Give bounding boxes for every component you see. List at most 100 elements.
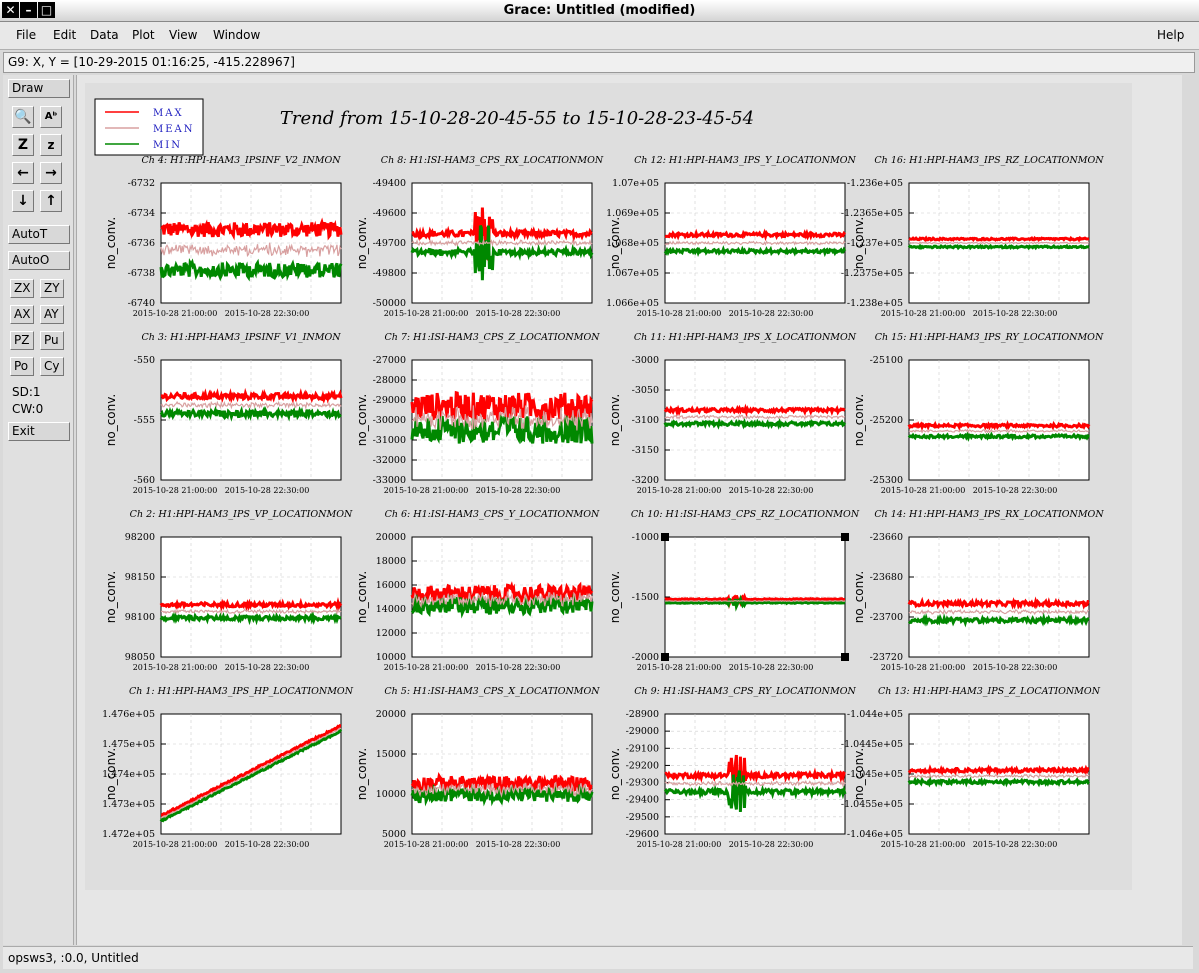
- y-tick-label: -27000: [373, 355, 406, 366]
- y-tick-label: -1.044e+05: [847, 709, 903, 720]
- panel-title: Ch 13: H1:HPI-HAM3_IPS_Z_LOCATIONMON: [878, 686, 1101, 697]
- x-tick-label: 2015-10-28 21:00:00: [384, 663, 469, 672]
- menu-data[interactable]: Data: [90, 28, 119, 42]
- ay-button[interactable]: AY: [40, 305, 64, 324]
- x-tick-label: 2015-10-28 22:30:00: [225, 663, 310, 672]
- series-min-line: [159, 610, 342, 626]
- menubar: File Edit Data Plot View Window Help: [0, 22, 1199, 50]
- draw-button[interactable]: Draw: [8, 79, 70, 98]
- x-tick-label: 2015-10-28 21:00:00: [384, 486, 469, 495]
- y-tick-label: 1.472e+05: [102, 829, 155, 840]
- y-tick-label: -1.0455e+05: [841, 799, 903, 810]
- y-tick-label: -29000: [373, 395, 406, 406]
- legend-label-max: MAX: [153, 108, 184, 119]
- arrow-up-icon[interactable]: ↑: [40, 190, 62, 212]
- menu-window[interactable]: Window: [213, 28, 260, 42]
- y-axis-label: no_conv.: [104, 571, 118, 623]
- y-tick-label: -3100: [632, 415, 659, 426]
- zoom-z-icon[interactable]: Z: [12, 134, 34, 156]
- y-tick-label: 98150: [125, 572, 155, 583]
- y-tick-label: 98050: [125, 652, 155, 663]
- y-tick-label: 12000: [376, 628, 406, 639]
- y-tick-label: -28000: [373, 375, 406, 386]
- series-min-line: [663, 245, 847, 258]
- y-tick-label: -550: [134, 355, 155, 366]
- menu-view[interactable]: View: [169, 28, 197, 42]
- y-axis-label: no_conv.: [355, 571, 369, 623]
- menu-edit[interactable]: Edit: [53, 28, 76, 42]
- y-tick-label: 16000: [376, 580, 406, 591]
- arrow-right-icon[interactable]: →: [40, 162, 62, 184]
- panel-title: Ch 11: H1:HPI-HAM3_IPS_X_LOCATIONMON: [634, 332, 857, 343]
- x-tick-label: 2015-10-28 21:00:00: [881, 309, 966, 318]
- y-axis-label: no_conv.: [608, 571, 622, 623]
- y-tick-label: -29500: [626, 812, 659, 823]
- autoo-button[interactable]: AutoO: [8, 251, 70, 270]
- y-axis-label: no_conv.: [608, 748, 622, 800]
- x-tick-label: 2015-10-28 22:30:00: [225, 309, 310, 318]
- y-tick-label: -29200: [626, 760, 659, 771]
- x-tick-label: 2015-10-28 21:00:00: [384, 309, 469, 318]
- y-tick-label: -6732: [128, 178, 155, 189]
- y-tick-label: 10000: [376, 652, 406, 663]
- legend-label-min: MIN: [153, 140, 182, 151]
- y-tick-label: 15000: [376, 749, 406, 760]
- po-button[interactable]: Po: [10, 357, 34, 376]
- arrow-down-icon[interactable]: ↓: [12, 190, 34, 212]
- zoom-small-z-icon[interactable]: z: [40, 134, 62, 156]
- zy-button[interactable]: ZY: [40, 279, 64, 298]
- cy-button[interactable]: Cy: [40, 357, 64, 376]
- autot-button[interactable]: AutoT: [8, 225, 70, 244]
- y-axis-label: no_conv.: [355, 217, 369, 269]
- panel-title: Ch 8: H1:ISI-HAM3_CPS_RX_LOCATIONMON: [381, 155, 604, 166]
- pu-button[interactable]: Pu: [40, 331, 64, 350]
- y-tick-label: -6740: [128, 298, 155, 309]
- coordinate-readout: G9: X, Y = [10-29-2015 01:16:25, -415.22…: [3, 52, 1195, 73]
- y-tick-label: -3200: [632, 475, 659, 486]
- y-axis-label: no_conv.: [104, 217, 118, 269]
- y-axis-label: no_conv.: [852, 394, 866, 446]
- y-tick-label: -1.236e+05: [847, 178, 903, 189]
- y-axis-label: no_conv.: [104, 394, 118, 446]
- exit-button[interactable]: Exit: [8, 422, 70, 441]
- autoscale-text-icon[interactable]: Aᵇ: [40, 106, 62, 128]
- graph-canvas[interactable]: Trend from 15-10-28-20-45-55 to 15-10-28…: [77, 75, 1182, 945]
- y-tick-label: -33000: [373, 475, 406, 486]
- y-axis-label: no_conv.: [852, 748, 866, 800]
- y-tick-label: -1.046e+05: [847, 829, 903, 840]
- y-axis-label: no_conv.: [355, 748, 369, 800]
- y-tick-label: -1.0445e+05: [841, 739, 903, 750]
- y-tick-label: -6736: [128, 238, 155, 249]
- x-tick-label: 2015-10-28 22:30:00: [729, 663, 814, 672]
- plot-canvas[interactable]: Trend from 15-10-28-20-45-55 to 15-10-28…: [76, 75, 1182, 945]
- y-tick-label: -1.2365e+05: [841, 208, 903, 219]
- y-tick-label: -50000: [373, 298, 406, 309]
- zx-button[interactable]: ZX: [10, 279, 34, 298]
- panel-title: Ch 5: H1:ISI-HAM3_CPS_X_LOCATIONMON: [384, 686, 600, 697]
- x-tick-label: 2015-10-28 21:00:00: [881, 486, 966, 495]
- panel-title: Ch 6: H1:ISI-HAM3_CPS_Y_LOCATIONMON: [385, 509, 600, 520]
- y-tick-label: -2000: [632, 652, 659, 663]
- y-axis-label: no_conv.: [355, 394, 369, 446]
- arrow-left-icon[interactable]: ←: [12, 162, 34, 184]
- menu-help[interactable]: Help: [1157, 28, 1184, 42]
- y-tick-label: -1500: [632, 592, 659, 603]
- ax-button[interactable]: AX: [10, 305, 34, 324]
- y-axis-label: no_conv.: [852, 217, 866, 269]
- menu-plot[interactable]: Plot: [132, 28, 155, 42]
- legend-label-mean: MEAN: [153, 124, 195, 135]
- panel-title: Ch 14: H1:HPI-HAM3_IPS_RX_LOCATIONMON: [874, 509, 1104, 520]
- x-tick-label: 2015-10-28 21:00:00: [637, 840, 722, 849]
- pz-button[interactable]: PZ: [10, 331, 34, 350]
- y-tick-label: -49700: [373, 238, 406, 249]
- x-tick-label: 2015-10-28 22:30:00: [729, 840, 814, 849]
- selection-handle: [661, 533, 669, 541]
- x-tick-label: 2015-10-28 21:00:00: [637, 663, 722, 672]
- series-min-line: [907, 243, 1090, 251]
- zoom-icon[interactable]: 🔍: [12, 106, 34, 128]
- y-tick-label: -555: [134, 415, 155, 426]
- menu-file[interactable]: File: [16, 28, 36, 42]
- panel-title: Ch 4: H1:HPI-HAM3_IPSINF_V2_INMON: [141, 155, 341, 166]
- x-tick-label: 2015-10-28 21:00:00: [881, 840, 966, 849]
- panel-title: Ch 7: H1:ISI-HAM3_CPS_Z_LOCATIONMON: [384, 332, 600, 343]
